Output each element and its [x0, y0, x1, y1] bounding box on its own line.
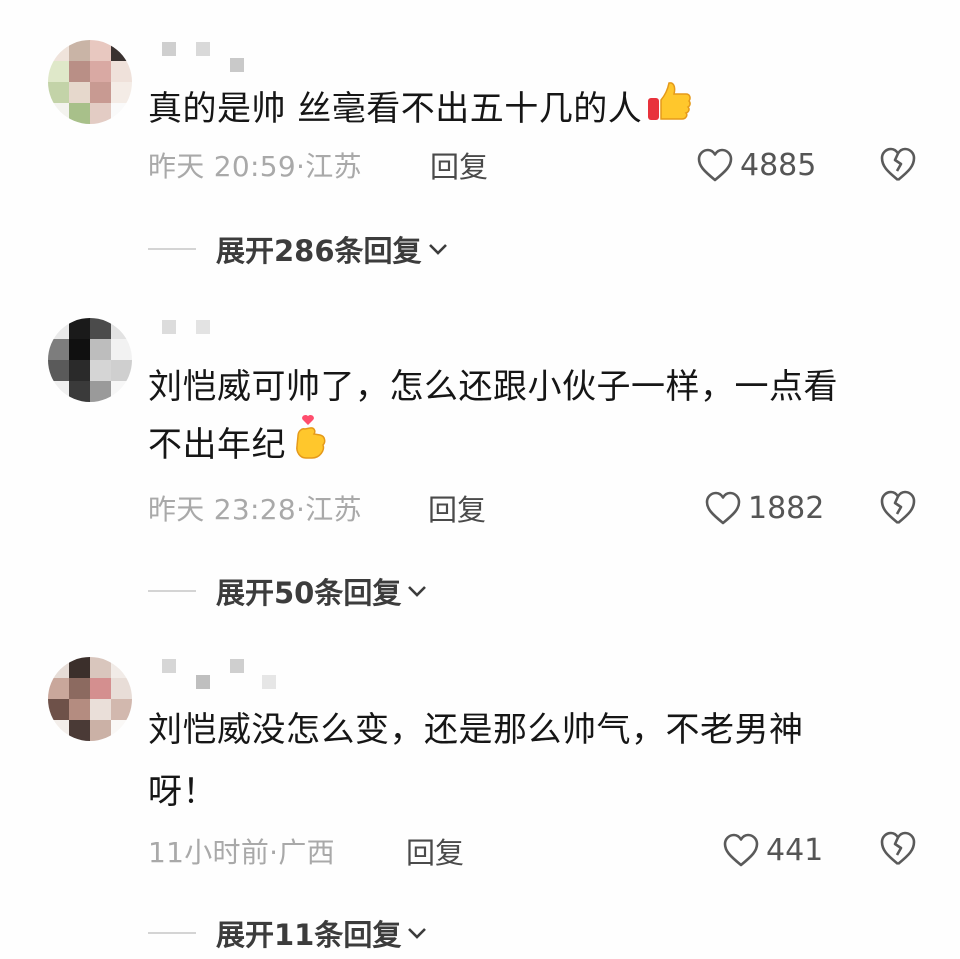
comment-text-line: 刘恺威可帅了，怎么还跟小伙子一样，一点看 — [148, 367, 838, 407]
meta-separator: · — [296, 150, 306, 183]
comment-item: 刘恺威没怎么变，还是那么帅气，不老男神 呀！ 11小时前·广西 回复 441 展… — [0, 657, 960, 957]
expand-replies-label: 展开11条回复 — [216, 918, 402, 952]
like-button[interactable]: 4885 — [696, 145, 816, 185]
avatar[interactable] — [48, 318, 132, 402]
comment-item: 刘恺威可帅了，怎么还跟小伙子一样，一点看 不出年纪 昨天 23:28·江苏 回复… — [0, 318, 960, 618]
comment-text-line: 刘恺威没怎么变，还是那么帅气，不老男神 — [148, 710, 804, 750]
meta-separator: · — [296, 493, 306, 526]
broken-heart-icon — [880, 147, 916, 182]
comment-location: 江苏 — [305, 493, 362, 526]
avatar[interactable] — [48, 40, 132, 124]
comment-time: 昨天 20:59 — [148, 150, 296, 183]
divider-line — [148, 248, 196, 250]
comment-text-line: 不出年纪 — [148, 414, 908, 478]
like-button[interactable]: 1882 — [704, 488, 824, 528]
expand-replies-label: 展开50条回复 — [216, 576, 402, 610]
dislike-button[interactable] — [878, 488, 918, 528]
expand-replies-label: 展开286条回复 — [216, 234, 422, 268]
comment-text-content: 真的是帅 丝毫看不出五十几的人 — [148, 89, 643, 129]
heart-icon — [723, 833, 759, 867]
broken-heart-icon — [880, 831, 916, 866]
dislike-button[interactable] — [878, 145, 918, 185]
like-count: 4885 — [740, 147, 817, 183]
reply-button[interactable]: 回复 — [428, 487, 486, 529]
thumbs-up-icon — [646, 80, 692, 142]
expand-replies-button[interactable]: 展开286条回复 — [148, 228, 450, 270]
username-blurred[interactable] — [162, 657, 282, 689]
chevron-down-icon — [428, 244, 447, 255]
comment-meta: 11小时前·广西 — [148, 831, 335, 871]
reply-button[interactable]: 回复 — [430, 144, 488, 186]
comment-location: 广西 — [278, 836, 335, 869]
comment-text: 真的是帅 丝毫看不出五十几的人 — [148, 80, 908, 142]
chevron-down-icon — [408, 586, 427, 597]
chevron-down-icon — [408, 928, 427, 939]
meta-separator: · — [269, 836, 279, 869]
comment-location: 江苏 — [305, 150, 362, 183]
dislike-button[interactable] — [878, 829, 918, 869]
comment-text: 刘恺威可帅了，怎么还跟小伙子一样，一点看 不出年纪 — [148, 360, 908, 478]
comment-item: 真的是帅 丝毫看不出五十几的人 昨天 20:59·江苏 回复 4885 展开28… — [0, 40, 960, 340]
comment-text-line: 呀！ — [148, 772, 217, 812]
username-blurred[interactable] — [162, 40, 252, 72]
username-blurred[interactable] — [162, 318, 252, 350]
divider-line — [148, 590, 196, 592]
expand-replies-button[interactable]: 展开50条回复 — [148, 570, 429, 612]
comment-time: 昨天 23:28 — [148, 493, 296, 526]
reply-button[interactable]: 回复 — [406, 830, 464, 872]
comment-meta: 昨天 23:28·江苏 — [148, 488, 362, 528]
broken-heart-icon — [880, 490, 916, 525]
comment-text-content: 不出年纪 — [148, 425, 286, 465]
finger-heart-icon — [290, 414, 330, 478]
heart-icon — [705, 491, 741, 525]
divider-line — [148, 932, 196, 934]
like-count: 1882 — [748, 490, 825, 526]
comment-meta: 昨天 20:59·江苏 — [148, 145, 362, 185]
comment-time: 11小时前 — [148, 836, 270, 869]
expand-replies-button[interactable]: 展开11条回复 — [148, 912, 429, 954]
avatar[interactable] — [48, 657, 132, 741]
like-count: 441 — [766, 832, 824, 868]
heart-icon — [697, 148, 733, 182]
comment-text: 刘恺威没怎么变，还是那么帅气，不老男神 呀！ — [148, 703, 908, 819]
like-button[interactable]: 441 — [722, 830, 823, 870]
